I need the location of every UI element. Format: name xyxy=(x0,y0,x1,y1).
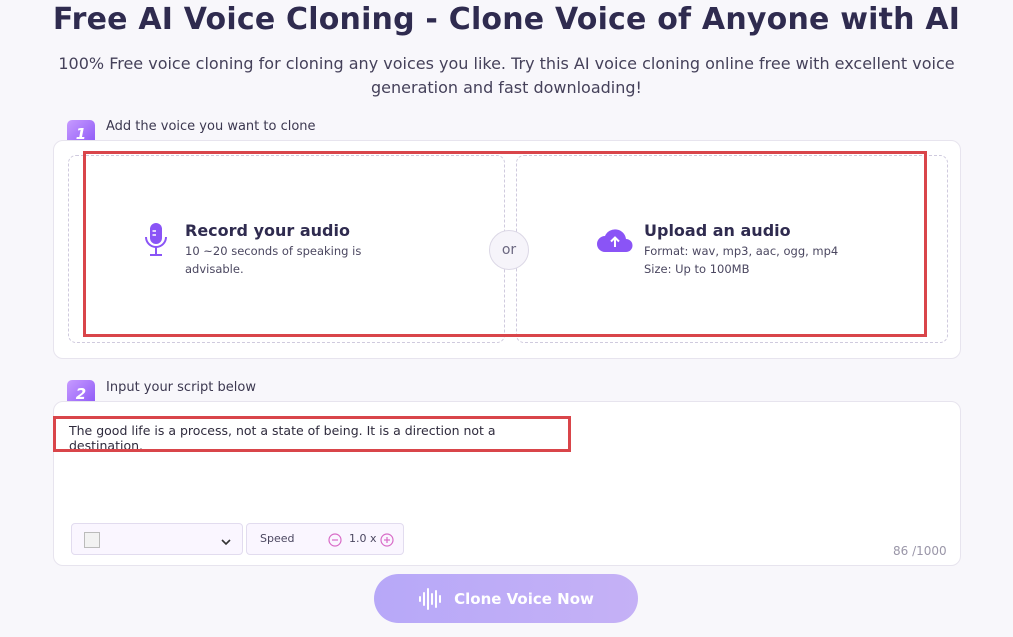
voice-avatar-icon xyxy=(84,532,100,548)
highlight-box-voice-options xyxy=(83,151,927,337)
chevron-down-icon xyxy=(220,533,232,546)
clone-voice-button[interactable]: Clone Voice Now xyxy=(374,574,638,623)
speed-control: Speed 1.0 x xyxy=(246,523,404,555)
soundwave-icon xyxy=(418,587,444,611)
character-counter: 86 /1000 xyxy=(893,544,947,558)
page-title: Free AI Voice Cloning - Clone Voice of A… xyxy=(52,2,961,37)
step-1-label: Add the voice you want to clone xyxy=(106,119,316,134)
speed-value: 1.0 x xyxy=(349,532,377,545)
step-2-label: Input your script below xyxy=(106,380,256,395)
clone-voice-label: Clone Voice Now xyxy=(454,589,594,608)
voice-select[interactable] xyxy=(71,523,243,555)
page-subtitle: 100% Free voice cloning for cloning any … xyxy=(58,54,955,97)
decrease-speed-button[interactable] xyxy=(328,532,342,547)
increase-speed-button[interactable] xyxy=(380,532,394,547)
highlight-box-script xyxy=(53,416,571,452)
speed-label: Speed xyxy=(260,532,295,545)
